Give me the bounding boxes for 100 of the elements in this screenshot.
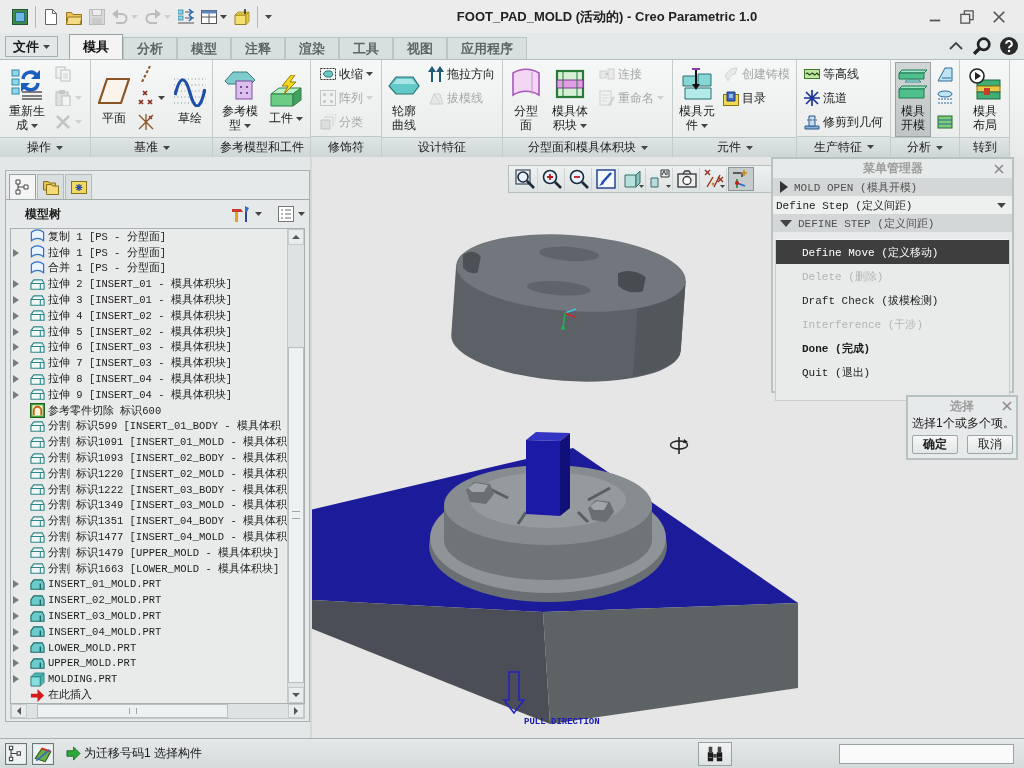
tree-item[interactable]: 分割 标识1222 [INSERT_03_BODY - 模具体积 bbox=[11, 481, 287, 498]
tree-item[interactable]: 分割 标识1351 [INSERT_04_BODY - 模具体积 bbox=[11, 513, 287, 530]
caret-icon[interactable] bbox=[220, 14, 227, 19]
ribbon-group-label[interactable]: 生产特征 bbox=[797, 136, 890, 157]
ribbon-tab[interactable]: 模具 bbox=[69, 34, 123, 59]
ribbon-button[interactable]: 目录 bbox=[720, 86, 794, 110]
axis-icon[interactable] bbox=[138, 66, 154, 82]
expand-arrow-icon[interactable] bbox=[13, 359, 19, 368]
ribbon-tab[interactable]: 视图 bbox=[393, 37, 447, 59]
tree-item[interactable]: 分割 标识1663 [LOWER_MOLD - 模具体积块] bbox=[11, 560, 287, 577]
ribbon-tab[interactable]: 工具 bbox=[339, 37, 393, 59]
caret-icon[interactable] bbox=[158, 96, 165, 100]
ribbon-button[interactable]: 草绘 bbox=[171, 62, 208, 137]
point-icon[interactable] bbox=[138, 90, 154, 106]
ribbon-button[interactable]: 等高线 bbox=[801, 62, 886, 86]
tree-item[interactable]: 分割 标识1091 [INSERT_01_MOLD - 模具体积 bbox=[11, 434, 287, 451]
tree-item[interactable]: 拉伸 7 [INSERT_03 - 模具体积块] bbox=[11, 355, 287, 372]
panel-tab[interactable] bbox=[37, 174, 64, 199]
coordinate-system-icon[interactable] bbox=[138, 114, 154, 130]
ribbon-tab[interactable]: 注释 bbox=[231, 37, 285, 59]
ribbon-group-label[interactable]: 操作 bbox=[0, 137, 90, 157]
expand-arrow-icon[interactable] bbox=[13, 390, 19, 399]
file-menu-tab[interactable]: 文件 bbox=[5, 36, 58, 57]
ribbon-button[interactable]: 重新生成 bbox=[5, 62, 48, 137]
tree-item[interactable]: 分割 标识1479 [UPPER_MOLD - 模具体积块] bbox=[11, 544, 287, 561]
tree-item[interactable]: INSERT_01_MOLD.PRT bbox=[11, 576, 287, 593]
menu-item[interactable]: Draft Check (拔模检测) bbox=[776, 288, 1009, 312]
model-tree-icon[interactable] bbox=[5, 742, 27, 765]
ribbon-button[interactable]: 模具开模 bbox=[895, 62, 931, 137]
tree-item[interactable]: 拉伸 2 [INSERT_01 - 模具体积块] bbox=[11, 276, 287, 293]
ribbon-tab[interactable]: 应用程序 bbox=[447, 37, 527, 59]
menu-section-header[interactable]: DEFINE STEP (定义间距) bbox=[773, 214, 1012, 232]
ribbon-button[interactable]: 轮廓曲线 bbox=[385, 62, 422, 137]
view-toolbar-button[interactable] bbox=[512, 167, 538, 191]
box-icon[interactable] bbox=[234, 8, 250, 25]
expand-arrow-icon[interactable] bbox=[13, 311, 19, 320]
view-toolbar-button[interactable] bbox=[674, 167, 700, 191]
ribbon-button[interactable]: 分型面 bbox=[508, 62, 544, 137]
find-button[interactable] bbox=[698, 741, 732, 766]
tree-item[interactable]: 拉伸 1 [PS - 分型面] bbox=[11, 244, 287, 261]
menu-item[interactable]: Quit (退出) bbox=[776, 360, 1009, 384]
expand-arrow-icon[interactable] bbox=[13, 627, 19, 636]
tree-item[interactable]: 拉伸 4 [INSERT_02 - 模具体积块] bbox=[11, 308, 287, 324]
plate-icon[interactable] bbox=[937, 114, 953, 130]
tree-item[interactable]: 分割 标识1093 [INSERT_02_BODY - 模具体积 bbox=[11, 450, 287, 466]
expand-arrow-icon[interactable] bbox=[13, 596, 19, 605]
stack-icon[interactable] bbox=[937, 90, 953, 106]
tree-item[interactable]: LOWER_MOLD.PRT bbox=[11, 639, 287, 656]
step-selector[interactable]: Define Step (定义间距) bbox=[773, 196, 1012, 214]
tree-item[interactable]: 参考零件切除 标识600 bbox=[11, 402, 287, 419]
ribbon-tab[interactable]: 渲染 bbox=[285, 37, 339, 59]
tree-item[interactable]: INSERT_03_MOLD.PRT bbox=[11, 608, 287, 624]
tree-item[interactable]: 拉伸 9 [INSERT_04 - 模具体积块] bbox=[11, 386, 287, 403]
tree-item[interactable]: 在此插入 bbox=[11, 687, 287, 703]
expand-arrow-icon[interactable] bbox=[13, 675, 19, 684]
vertical-scrollbar[interactable] bbox=[287, 229, 304, 703]
slope-icon[interactable] bbox=[937, 66, 953, 82]
tree-item[interactable]: 拉伸 3 [INSERT_01 - 模具体积块] bbox=[11, 292, 287, 308]
horizontal-scrollbar[interactable] bbox=[10, 704, 305, 719]
expand-arrow-icon[interactable] bbox=[13, 612, 19, 620]
ribbon-button[interactable]: 流道 bbox=[801, 86, 886, 110]
ribbon-button[interactable]: 模具体积块 bbox=[549, 62, 591, 137]
expand-arrow-icon[interactable] bbox=[13, 327, 19, 336]
expand-arrow-icon[interactable] bbox=[13, 343, 19, 352]
panel-tab[interactable] bbox=[65, 174, 92, 199]
ribbon-group-label[interactable]: 分型面和模具体积块 bbox=[503, 137, 672, 157]
tree-item[interactable]: 分割 标识1349 [INSERT_03_MOLD - 模具体积 bbox=[11, 497, 287, 514]
regenerate-icon[interactable] bbox=[178, 8, 194, 25]
dialog-button[interactable]: 取消 bbox=[967, 435, 1013, 454]
expand-arrow-icon[interactable] bbox=[13, 375, 19, 384]
search-icon[interactable] bbox=[973, 37, 991, 55]
menu-item[interactable]: Define Move (定义移动) bbox=[776, 240, 1009, 264]
ribbon-group-label[interactable]: 分析 bbox=[891, 137, 959, 157]
restore-icon[interactable] bbox=[960, 9, 974, 24]
tree-item[interactable]: 分割 标识1477 [INSERT_04_MOLD - 模具体积 bbox=[11, 529, 287, 545]
ribbon-button[interactable]: 修剪到几何 bbox=[801, 110, 886, 134]
help-icon[interactable] bbox=[1000, 37, 1018, 55]
expand-arrow-icon[interactable] bbox=[13, 248, 19, 257]
layers-icon[interactable] bbox=[32, 742, 54, 765]
tree-item[interactable]: 拉伸 6 [INSERT_03 - 模具体积块] bbox=[11, 339, 287, 356]
customize-caret-icon[interactable] bbox=[265, 14, 272, 19]
expand-arrow-icon[interactable] bbox=[13, 580, 19, 589]
close-icon[interactable] bbox=[992, 9, 1006, 24]
windows-icon[interactable] bbox=[201, 8, 217, 25]
ribbon-button[interactable]: 平面 bbox=[95, 62, 132, 137]
tree-item[interactable]: INSERT_02_MOLD.PRT bbox=[11, 592, 287, 609]
tree-item[interactable]: 分割 标识1220 [INSERT_02_MOLD - 模具体积 bbox=[11, 465, 287, 482]
selection-filter-field[interactable] bbox=[839, 743, 1014, 764]
close-icon[interactable] bbox=[994, 164, 1004, 174]
ribbon-tab[interactable]: 模型 bbox=[177, 37, 231, 59]
ribbon-button[interactable]: 参考模型 bbox=[219, 62, 262, 137]
dialog-button[interactable]: 确定 bbox=[912, 435, 958, 454]
ribbon-group-label[interactable]: 基准 bbox=[91, 137, 212, 157]
ribbon-button[interactable]: 模具元件 bbox=[675, 62, 718, 137]
expand-arrow-icon[interactable] bbox=[13, 280, 19, 289]
caret-icon[interactable] bbox=[255, 212, 262, 216]
ribbon-tab[interactable]: 分析 bbox=[123, 37, 177, 59]
tree-item[interactable]: 复制 1 [PS - 分型面] bbox=[11, 229, 287, 245]
view-toolbar-button[interactable] bbox=[593, 167, 619, 191]
ribbon-group-label[interactable]: 元件 bbox=[673, 137, 796, 157]
